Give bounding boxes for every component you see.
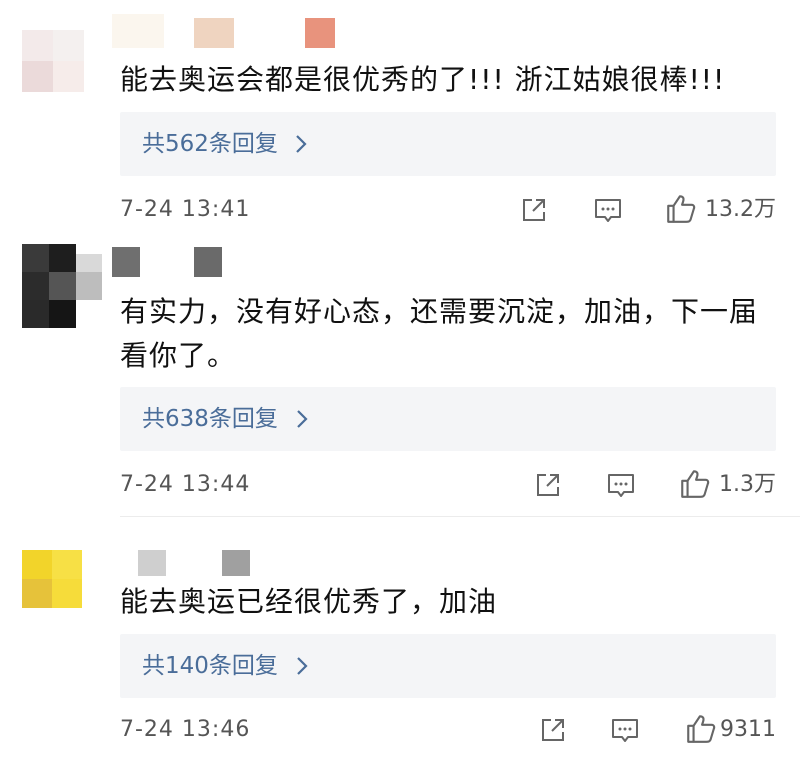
avatar[interactable]: [22, 550, 82, 608]
view-replies-button[interactable]: 共140条回复: [120, 634, 776, 698]
thumbs-up-icon: [667, 195, 696, 223]
comment-timestamp: 7-24 13:41: [120, 197, 251, 222]
comment-meta: 7-24 13:46 9311: [120, 710, 776, 750]
replies-count-label: 共638条回复: [142, 406, 278, 432]
like-button[interactable]: 1.3万: [678, 465, 776, 505]
divider: [120, 516, 800, 517]
share-icon[interactable]: [537, 714, 569, 746]
username-blurred[interactable]: [112, 550, 262, 580]
comment-icon[interactable]: [592, 194, 624, 226]
share-icon[interactable]: [532, 469, 564, 501]
avatar[interactable]: [22, 30, 84, 92]
username-blurred[interactable]: [112, 14, 342, 48]
view-replies-button[interactable]: 共562条回复: [120, 112, 776, 176]
comment-icon[interactable]: [609, 714, 641, 746]
replies-count-label: 共562条回复: [142, 131, 278, 157]
username-blurred[interactable]: [112, 247, 232, 279]
comment-timestamp: 7-24 13:46: [120, 717, 251, 742]
chevron-right-icon: [297, 410, 308, 428]
replies-count-label: 共140条回复: [142, 653, 278, 679]
like-button[interactable]: 13.2万: [664, 190, 776, 230]
comment-item: 能去奥运已经很优秀了，加油 共140条回复 7-24 13:46 9311: [0, 530, 800, 773]
comment-item: 有实力，没有好心态，还需要沉淀，加油，下一届看你了。 共638条回复 7-24 …: [0, 235, 800, 515]
comment-icon[interactable]: [605, 469, 637, 501]
comment-meta: 7-24 13:41 13.2万: [120, 190, 776, 230]
like-count: 13.2万: [705, 197, 776, 222]
comment-text: 有实力，没有好心态，还需要沉淀，加油，下一届看你了。: [120, 295, 759, 372]
like-count: 9311: [720, 717, 776, 742]
view-replies-button[interactable]: 共638条回复: [120, 387, 776, 451]
comment-item: 能去奥运会都是很优秀的了!!! 浙江姑娘很棒!!! 共562条回复 7-24 1…: [0, 0, 800, 235]
chevron-right-icon: [296, 135, 307, 153]
like-count: 1.3万: [719, 472, 776, 497]
share-icon[interactable]: [518, 194, 550, 226]
comment-timestamp: 7-24 13:44: [120, 472, 251, 497]
comment-meta: 7-24 13:44 1.3万: [120, 465, 776, 505]
thumbs-up-icon: [681, 470, 710, 498]
like-button[interactable]: 9311: [684, 710, 776, 750]
avatar[interactable]: [22, 244, 102, 328]
comment-text: 能去奥运会都是很优秀的了!!! 浙江姑娘很棒!!!: [120, 63, 726, 96]
thumbs-up-icon: [687, 715, 716, 743]
comment-text: 能去奥运已经很优秀了，加油: [120, 585, 498, 618]
chevron-right-icon: [297, 657, 308, 675]
